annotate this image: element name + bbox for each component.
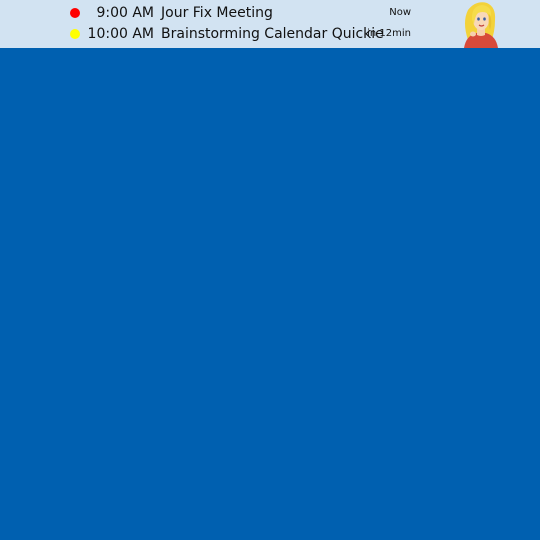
assistant-avatar-icon[interactable] — [454, 0, 504, 48]
event-title: Brainstorming Calendar Quickie — [161, 26, 384, 42]
status-dot-icon — [70, 8, 80, 18]
event-time: 10:00 AM — [87, 26, 154, 42]
event-row-brainstorming[interactable]: 10:00 AM Brainstorming Calendar Quickie … — [0, 24, 420, 45]
event-relative-time: Now — [389, 7, 411, 18]
event-relative-time: in 12min — [367, 28, 411, 39]
event-row-jour-fix[interactable]: 9:00 AM Jour Fix Meeting Now — [0, 3, 420, 24]
avatar-eye — [477, 17, 480, 21]
event-title: Jour Fix Meeting — [161, 5, 273, 21]
event-time: 9:00 AM — [96, 5, 154, 21]
avatar-eye — [483, 17, 486, 21]
desktop-background: 9:00 AM Jour Fix Meeting Now 10:00 AM Br… — [0, 0, 540, 540]
avatar-hand — [470, 31, 476, 37]
agenda-bar: 9:00 AM Jour Fix Meeting Now 10:00 AM Br… — [0, 0, 540, 48]
status-dot-icon — [70, 29, 80, 39]
